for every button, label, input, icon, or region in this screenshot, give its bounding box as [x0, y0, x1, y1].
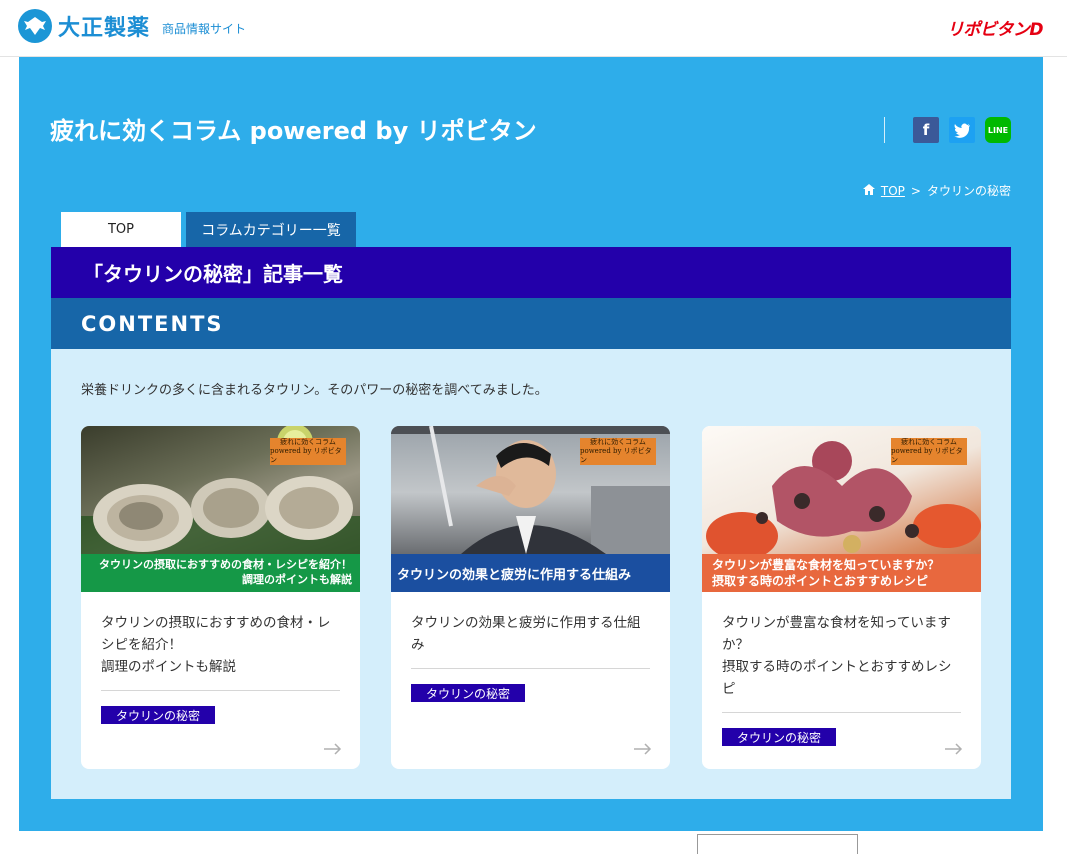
- logo-text: 大正製薬: [58, 16, 151, 41]
- column-badge: 疲れに効くコラム powered by リポビタン: [270, 438, 346, 465]
- card-title[interactable]: タウリンの効果と疲労に作用する仕組 み: [411, 612, 650, 656]
- arrow-right-icon: [945, 743, 963, 755]
- category-tag[interactable]: タウリンの秘密: [722, 728, 836, 746]
- article-thumbnail: 疲れに効くコラム powered by リポビタン タウリンの効果と疲労に作用す…: [391, 426, 670, 592]
- eagle-logo-icon: [18, 9, 52, 43]
- share-divider: [884, 117, 885, 143]
- breadcrumb-current: タウリンの秘密: [926, 184, 1011, 198]
- article-thumbnail: 疲れに効くコラム powered by リポビタン タウリンが豊富な食材を知って…: [702, 426, 981, 592]
- divider: [411, 668, 650, 669]
- category-tag[interactable]: タウリンの秘密: [411, 684, 525, 702]
- card-title[interactable]: タウリンが豊富な食材を知っています か？ 摂取する時のポイントとおすすめレシ ピ: [722, 612, 961, 700]
- logo-subtitle: 商品情報サイト: [162, 21, 247, 36]
- category-tag[interactable]: タウリンの秘密: [101, 706, 215, 724]
- panel-heading: 「タウリンの秘密」記事一覧: [51, 247, 1011, 298]
- twitter-icon[interactable]: [949, 117, 975, 143]
- share-buttons: f LINE: [884, 117, 1011, 143]
- badge-top-text: 疲れに効くコラム: [590, 438, 646, 447]
- caption-text: タウリンの摂取におすすめの食材・レシピを紹介！ 調理のポイントも解説: [99, 558, 352, 587]
- article-card[interactable]: 疲れに効くコラム powered by リポビタン タウリンの摂取におすすめの食…: [81, 426, 360, 769]
- breadcrumb: TOP > タウリンの秘密: [862, 182, 1011, 199]
- article-card[interactable]: 疲れに効くコラム powered by リポビタン タウリンの効果と疲労に作用す…: [391, 426, 670, 769]
- contents-label: CONTENTS: [51, 298, 1011, 349]
- intro-text: 栄養ドリンクの多くに含まれるタウリン。そのパワーの秘密を調べてみました。: [81, 383, 548, 398]
- breadcrumb-top-link[interactable]: TOP: [881, 184, 905, 198]
- column-badge: 疲れに効くコラム powered by リポビタン: [891, 438, 967, 465]
- article-panel: 「タウリンの秘密」記事一覧 CONTENTS 栄養ドリンクの多くに含まれるタウリ…: [51, 247, 1011, 799]
- badge-top-text: 疲れに効くコラム: [280, 438, 336, 447]
- home-icon: [862, 183, 875, 198]
- tab-top[interactable]: TOP: [61, 212, 181, 247]
- card-title[interactable]: タウリンの摂取におすすめの食材・レ シピを紹介！ 調理のポイントも解説: [101, 612, 340, 678]
- tab-bar: TOP コラムカテゴリー一覧: [61, 212, 356, 247]
- thumbnail-caption: タウリンの摂取におすすめの食材・レシピを紹介！ 調理のポイントも解説: [81, 554, 360, 592]
- article-thumbnail: 疲れに効くコラム powered by リポビタン タウリンの摂取におすすめの食…: [81, 426, 360, 592]
- divider: [101, 690, 340, 691]
- divider: [722, 712, 961, 713]
- site-logo[interactable]: 大正製薬 商品情報サイト: [18, 9, 246, 43]
- main-area: 疲れに効くコラム powered by リポビタン f LINE TOP > タ…: [19, 57, 1043, 831]
- badge-bottom-text: powered by リポビタン: [891, 447, 963, 464]
- tab-column-categories[interactable]: コラムカテゴリー一覧: [186, 212, 356, 247]
- badge-bottom-text: powered by リポビタン: [580, 447, 652, 464]
- caption-text: タウリンが豊富な食材を知っていますか？ 摂取する時のポイントとおすすめレシピ: [712, 558, 940, 589]
- lipovitan-brand-logo[interactable]: リポビタンD: [947, 15, 1044, 40]
- page-title: 疲れに効くコラム powered by リポビタン: [50, 117, 537, 145]
- arrow-right-icon: [634, 743, 652, 755]
- breadcrumb-separator: >: [910, 183, 921, 198]
- arrow-right-icon: [324, 743, 342, 755]
- badge-bottom-text: powered by リポビタン: [270, 447, 342, 464]
- column-badge: 疲れに効くコラム powered by リポビタン: [580, 438, 656, 465]
- line-icon[interactable]: LINE: [985, 117, 1011, 143]
- facebook-icon[interactable]: f: [913, 117, 939, 143]
- footer-box-edge: [697, 834, 858, 854]
- thumbnail-caption: タウリンが豊富な食材を知っていますか？ 摂取する時のポイントとおすすめレシピ: [702, 554, 981, 592]
- article-card[interactable]: 疲れに効くコラム powered by リポビタン タウリンが豊富な食材を知って…: [702, 426, 981, 769]
- thumbnail-caption: タウリンの効果と疲労に作用する仕組み: [391, 554, 670, 592]
- badge-top-text: 疲れに効くコラム: [901, 438, 957, 447]
- top-header: 大正製薬 商品情報サイト リポビタンD: [0, 0, 1067, 57]
